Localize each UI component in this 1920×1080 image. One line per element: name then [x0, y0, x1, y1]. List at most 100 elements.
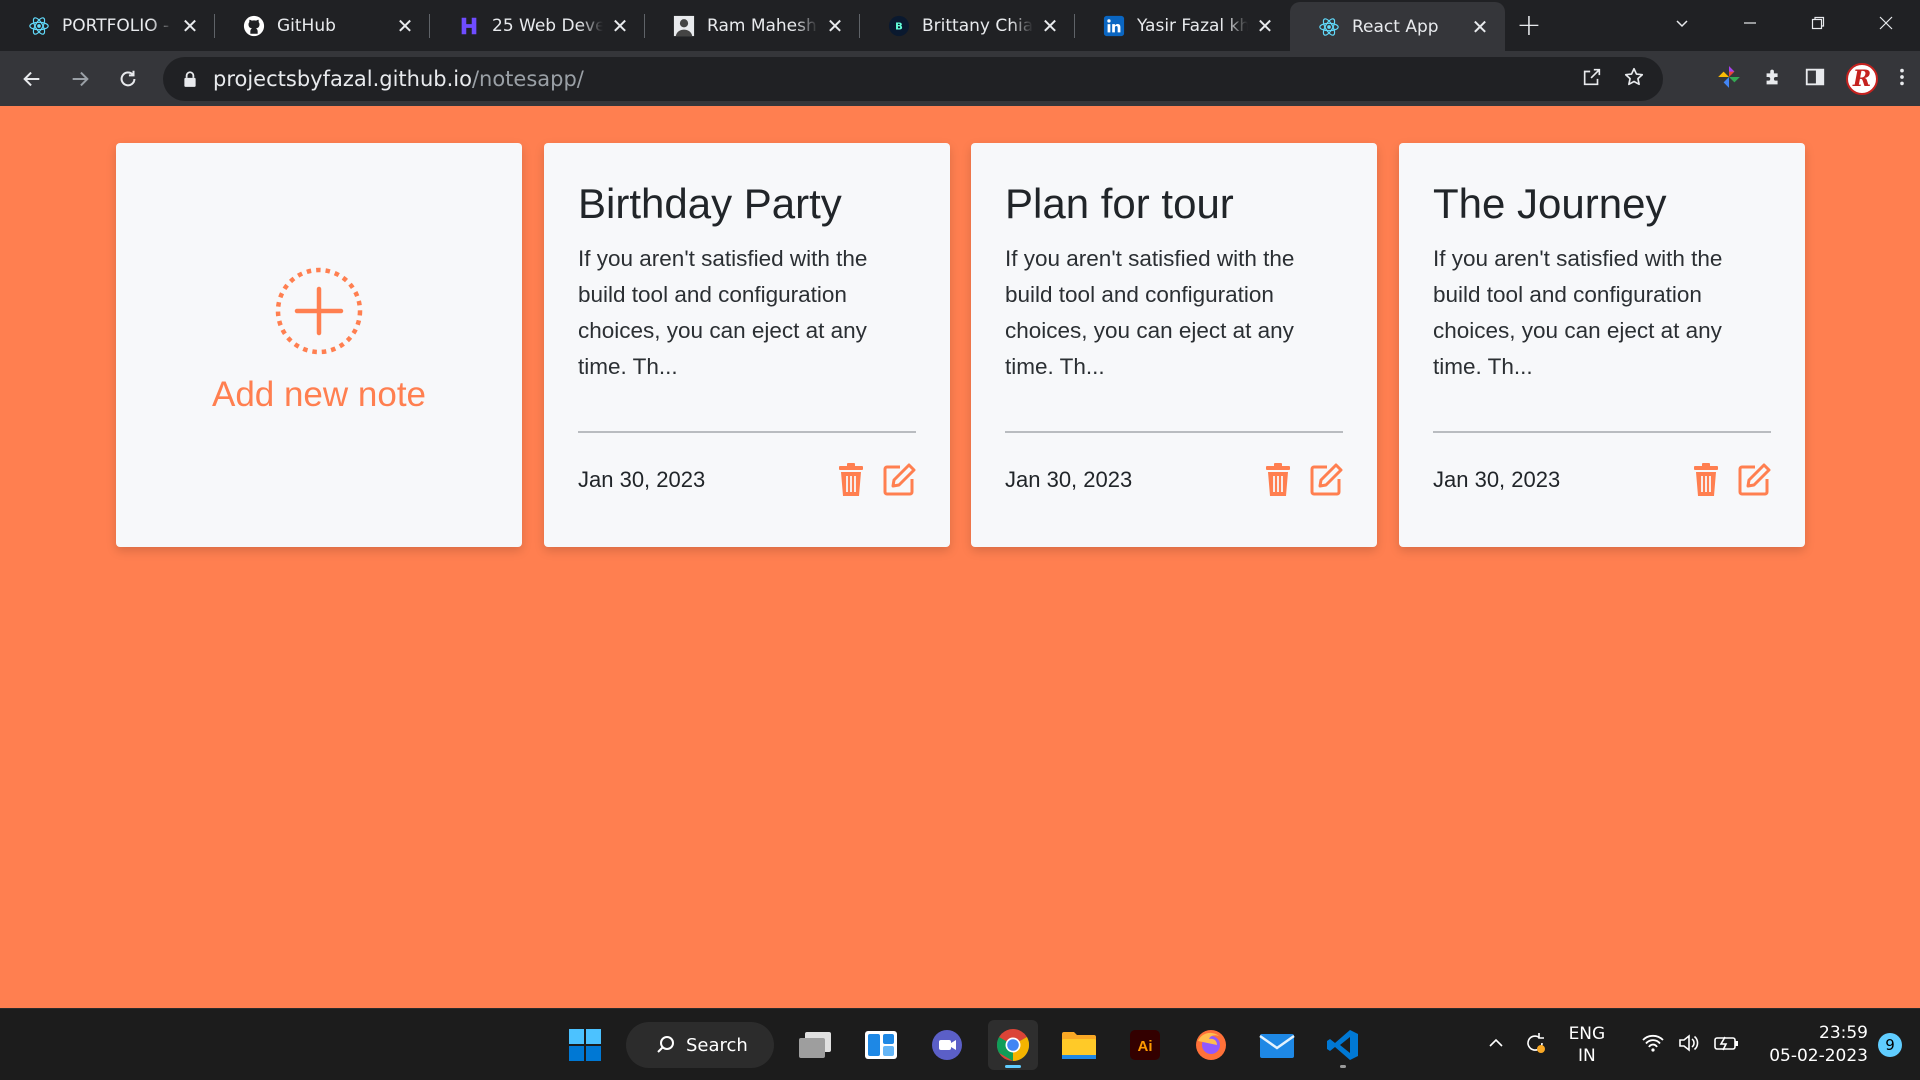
linkedin-icon: [1103, 15, 1125, 37]
note-date: Jan 30, 2023: [1005, 467, 1133, 492]
reload-button[interactable]: [104, 55, 152, 103]
back-button[interactable]: [8, 55, 56, 103]
tab-title: GitHub: [277, 15, 336, 36]
toolbar-extensions: R: [1716, 55, 1906, 103]
tab-brittany[interactable]: B Brittany Chiang ✕: [860, 0, 1075, 51]
note-date: Jan 30, 2023: [1433, 467, 1561, 492]
address-bar[interactable]: projectsbyfazal.github.io/notesapp/: [163, 57, 1663, 101]
illustrator-icon: Ai: [1130, 1030, 1160, 1060]
reload-icon: [120, 70, 136, 86]
svg-text:B: B: [895, 21, 903, 32]
note-body: If you aren't satisfied with the build t…: [578, 246, 868, 379]
profile-avatar[interactable]: R: [1846, 63, 1878, 95]
edit-pencil-icon[interactable]: [1737, 463, 1771, 497]
minimize-icon[interactable]: [1716, 0, 1784, 46]
arrow-right-icon: [72, 71, 89, 86]
extensions-puzzle-icon[interactable]: [1762, 66, 1784, 92]
tab-search-icon[interactable]: [1648, 0, 1716, 46]
clock-date: 05-02-2023: [1769, 1046, 1868, 1066]
notes-app-page: Add new note Birthday Party If you aren'…: [0, 106, 1920, 1008]
note-divider: [578, 431, 916, 433]
restore-icon[interactable]: [1784, 0, 1852, 46]
close-tab-icon[interactable]: ✕: [1254, 14, 1276, 38]
note-title: Plan for tour: [1005, 180, 1234, 227]
close-tab-icon[interactable]: ✕: [1039, 14, 1061, 38]
tab-portfolio[interactable]: PORTFOLIO - Y ✕: [0, 0, 215, 51]
share-icon[interactable]: [1581, 66, 1603, 92]
tab-strip: PORTFOLIO - Y ✕ GitHub ✕ 25 Web Develo ✕…: [0, 0, 1920, 51]
sync-icon[interactable]: [1523, 1031, 1547, 1059]
note-date: Jan 30, 2023: [578, 467, 706, 492]
volume-icon[interactable]: [1677, 1032, 1701, 1058]
wifi-icon[interactable]: [1641, 1033, 1665, 1057]
tab-react-app[interactable]: React App ✕: [1290, 2, 1505, 51]
chat-icon: [932, 1030, 962, 1060]
react-icon: [1318, 16, 1340, 38]
chrome-icon: [996, 1029, 1030, 1061]
new-tab-button[interactable]: +: [1505, 0, 1553, 51]
side-panel-icon[interactable]: [1804, 66, 1826, 92]
taskbar-apps: Search Ai: [560, 1009, 1368, 1080]
add-note-card[interactable]: Add new note: [116, 143, 522, 547]
note-footer: Jan 30, 2023: [1005, 463, 1343, 497]
tab-ram[interactable]: Ram Maheshw ✕: [645, 0, 860, 51]
widgets-button[interactable]: [856, 1020, 906, 1070]
tab-title: Ram Maheshw: [707, 15, 818, 36]
task-view-button[interactable]: [790, 1020, 840, 1070]
delete-trash-icon[interactable]: [1689, 463, 1723, 497]
close-tab-icon[interactable]: ✕: [179, 14, 201, 38]
system-clock[interactable]: 23:59 05-02-2023: [1769, 1022, 1868, 1068]
file-explorer-button[interactable]: [1054, 1020, 1104, 1070]
mail-button[interactable]: [1252, 1020, 1302, 1070]
color-extension-icon[interactable]: [1716, 64, 1742, 94]
url-host: projectsbyfazal.github.io: [213, 67, 472, 91]
taskbar-search[interactable]: Search: [626, 1022, 774, 1068]
close-tab-icon[interactable]: ✕: [394, 14, 416, 38]
tab-github[interactable]: GitHub ✕: [215, 0, 430, 51]
task-view-icon: [799, 1032, 831, 1058]
chrome-app-button[interactable]: [988, 1020, 1038, 1070]
clock-time: 23:59: [1819, 1023, 1868, 1043]
delete-trash-icon[interactable]: [1261, 463, 1295, 497]
region-code: IN: [1578, 1046, 1596, 1066]
close-tab-icon[interactable]: ✕: [824, 14, 846, 38]
close-window-icon[interactable]: [1852, 0, 1920, 46]
svg-text:Ai: Ai: [1138, 1038, 1153, 1055]
bookmark-star-icon[interactable]: [1623, 66, 1645, 92]
battery-icon[interactable]: [1713, 1033, 1741, 1057]
start-button[interactable]: [560, 1020, 610, 1070]
tab-hashnode[interactable]: 25 Web Develo ✕: [430, 0, 645, 51]
teams-chat-button[interactable]: [922, 1020, 972, 1070]
close-tab-icon[interactable]: ✕: [609, 14, 631, 38]
edit-pencil-icon[interactable]: [882, 463, 916, 497]
tab-title: PORTFOLIO - Y: [62, 15, 173, 36]
search-label: Search: [686, 1034, 748, 1056]
forward-button[interactable]: [56, 55, 104, 103]
illustrator-button[interactable]: Ai: [1120, 1020, 1170, 1070]
close-tab-icon[interactable]: ✕: [1469, 15, 1491, 39]
input-language[interactable]: ENG IN: [1569, 1023, 1606, 1067]
note-title: Birthday Party: [578, 180, 842, 227]
system-tray: ENG IN 23:59 05-02-2023 9: [1487, 1009, 1920, 1080]
vscode-button[interactable]: [1318, 1020, 1368, 1070]
tab-title: 25 Web Develo: [492, 15, 603, 36]
hashnode-icon: [458, 15, 480, 37]
profile-photo-icon: [673, 15, 695, 37]
notification-badge[interactable]: 9: [1878, 1033, 1902, 1057]
note-title: The Journey: [1433, 180, 1667, 227]
add-note-label: Add new note: [211, 375, 427, 414]
more-menu-icon[interactable]: [1898, 66, 1906, 92]
note-body: If you aren't satisfied with the build t…: [1433, 246, 1723, 379]
firefox-icon: [1196, 1030, 1226, 1060]
chevron-up-icon[interactable]: [1487, 1034, 1505, 1056]
firefox-button[interactable]: [1186, 1020, 1236, 1070]
note-card: Plan for tour If you aren't satisfied wi…: [971, 143, 1377, 547]
tab-title: Yasir Fazal khan: [1137, 15, 1248, 36]
edit-pencil-icon[interactable]: [1309, 463, 1343, 497]
react-icon: [28, 15, 50, 37]
delete-trash-icon[interactable]: [834, 463, 868, 497]
language-code: ENG: [1568, 1024, 1606, 1044]
tab-linkedin[interactable]: Yasir Fazal khan ✕: [1075, 0, 1290, 51]
lock-icon: [184, 71, 196, 87]
window-controls: [1648, 0, 1920, 46]
